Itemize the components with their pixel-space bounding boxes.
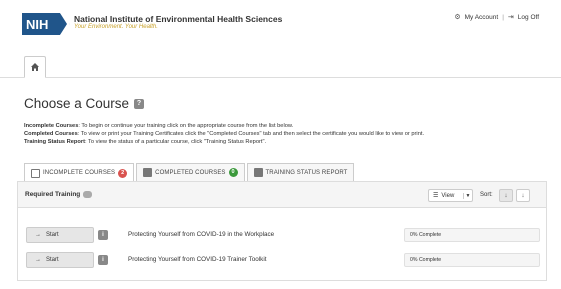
sort-ascending-button[interactable]: ↓ (499, 189, 513, 202)
required-training-panel: Required Training ☰ View ▼ Sort: ↓ ↓ → S… (17, 181, 547, 281)
instruction-text: : To view or print your Training Certifi… (77, 131, 425, 137)
bar-chart-icon (253, 168, 263, 177)
arrow-right-icon: → (35, 232, 41, 238)
document-icon (31, 168, 40, 178)
page-title: Choose a Course ? (24, 96, 145, 111)
progress-label: 0% Complete (410, 257, 442, 263)
course-progress-bar: 0% Complete (404, 228, 540, 242)
help-icon[interactable]: ? (134, 98, 145, 109)
instruction-text: : To begin or continue your training cli… (78, 123, 294, 129)
instruction-status-report: Training Status Report: To view the stat… (24, 139, 266, 145)
panel-title-text: Required Training (25, 191, 81, 198)
start-button[interactable]: → Start (26, 252, 94, 268)
instruction-label: Incomplete Courses (24, 123, 79, 129)
home-icon (31, 63, 39, 71)
tab-completed-courses[interactable]: COMPLETED COURSES 0 (136, 163, 245, 181)
gear-icon: ⚙ (454, 14, 461, 21)
info-icon[interactable]: i (98, 255, 108, 265)
sort-descending-button[interactable]: ↓ (516, 189, 530, 202)
course-name: Protecting Yourself from COVID-19 in the… (128, 231, 275, 238)
tab-incomplete-courses[interactable]: INCOMPLETE COURSES 2 (24, 163, 135, 182)
tab-label: INCOMPLETE COURSES (43, 170, 116, 176)
view-label: View (441, 192, 455, 199)
course-row: → Start i Protecting Yourself from COVID… (26, 252, 540, 268)
logout-icon: ⇥ (507, 14, 514, 21)
nih-logo-text: NIH (26, 17, 48, 32)
arrow-right-icon: → (35, 257, 41, 263)
course-tabs: INCOMPLETE COURSES 2 COMPLETED COURSES 0… (24, 163, 356, 182)
instruction-text: : To view the status of a particular cou… (85, 139, 267, 145)
instruction-label: Training Status Report (24, 139, 85, 145)
org-tagline: Your Environment. Your Health. (74, 24, 158, 30)
star-icon (143, 168, 153, 177)
progress-label: 0% Complete (410, 232, 442, 238)
view-dropdown[interactable]: ☰ View ▼ (428, 189, 473, 202)
info-icon[interactable]: i (98, 230, 108, 240)
tab-label: COMPLETED COURSES (155, 169, 226, 176)
incomplete-count-badge: 2 (118, 168, 128, 178)
instruction-label: Completed Courses (24, 131, 78, 137)
link-separator: | (502, 13, 504, 21)
panel-title: Required Training (25, 191, 93, 198)
org-name: National Institute of Environmental Heal… (74, 14, 283, 24)
list-icon: ☰ (433, 193, 439, 199)
page-title-text: Choose a Course (24, 96, 130, 111)
home-tab-bar (0, 56, 561, 78)
instruction-completed: Completed Courses: To view or print your… (24, 131, 424, 137)
my-account-link[interactable]: My Account (465, 14, 499, 21)
home-button[interactable] (24, 56, 46, 78)
course-name: Protecting Yourself from COVID-19 Traine… (128, 256, 267, 263)
panel-header: Required Training ☰ View ▼ Sort: ↓ ↓ (18, 182, 546, 208)
chevron-down-icon: ▼ (463, 192, 472, 199)
log-off-link[interactable]: Log Off (518, 14, 539, 21)
nih-logo[interactable]: NIH (22, 13, 70, 35)
start-button[interactable]: → Start (26, 227, 94, 243)
site-header: NIH National Institute of Environmental … (0, 0, 561, 46)
course-progress-bar: 0% Complete (404, 253, 540, 267)
tab-training-status-report[interactable]: TRAINING STATUS REPORT (246, 163, 355, 181)
panel-count-badge (83, 191, 93, 198)
instruction-incomplete: Incomplete Courses: To begin or continue… (24, 123, 293, 129)
start-label: Start (46, 257, 59, 263)
sort-label: Sort: (480, 192, 493, 198)
completed-count-badge: 0 (228, 168, 238, 177)
account-links: ⚙ My Account | ⇥ Log Off (454, 13, 539, 22)
start-label: Start (46, 232, 59, 238)
tab-label: TRAINING STATUS REPORT (265, 169, 348, 176)
course-row: → Start i Protecting Yourself from COVID… (26, 227, 540, 243)
